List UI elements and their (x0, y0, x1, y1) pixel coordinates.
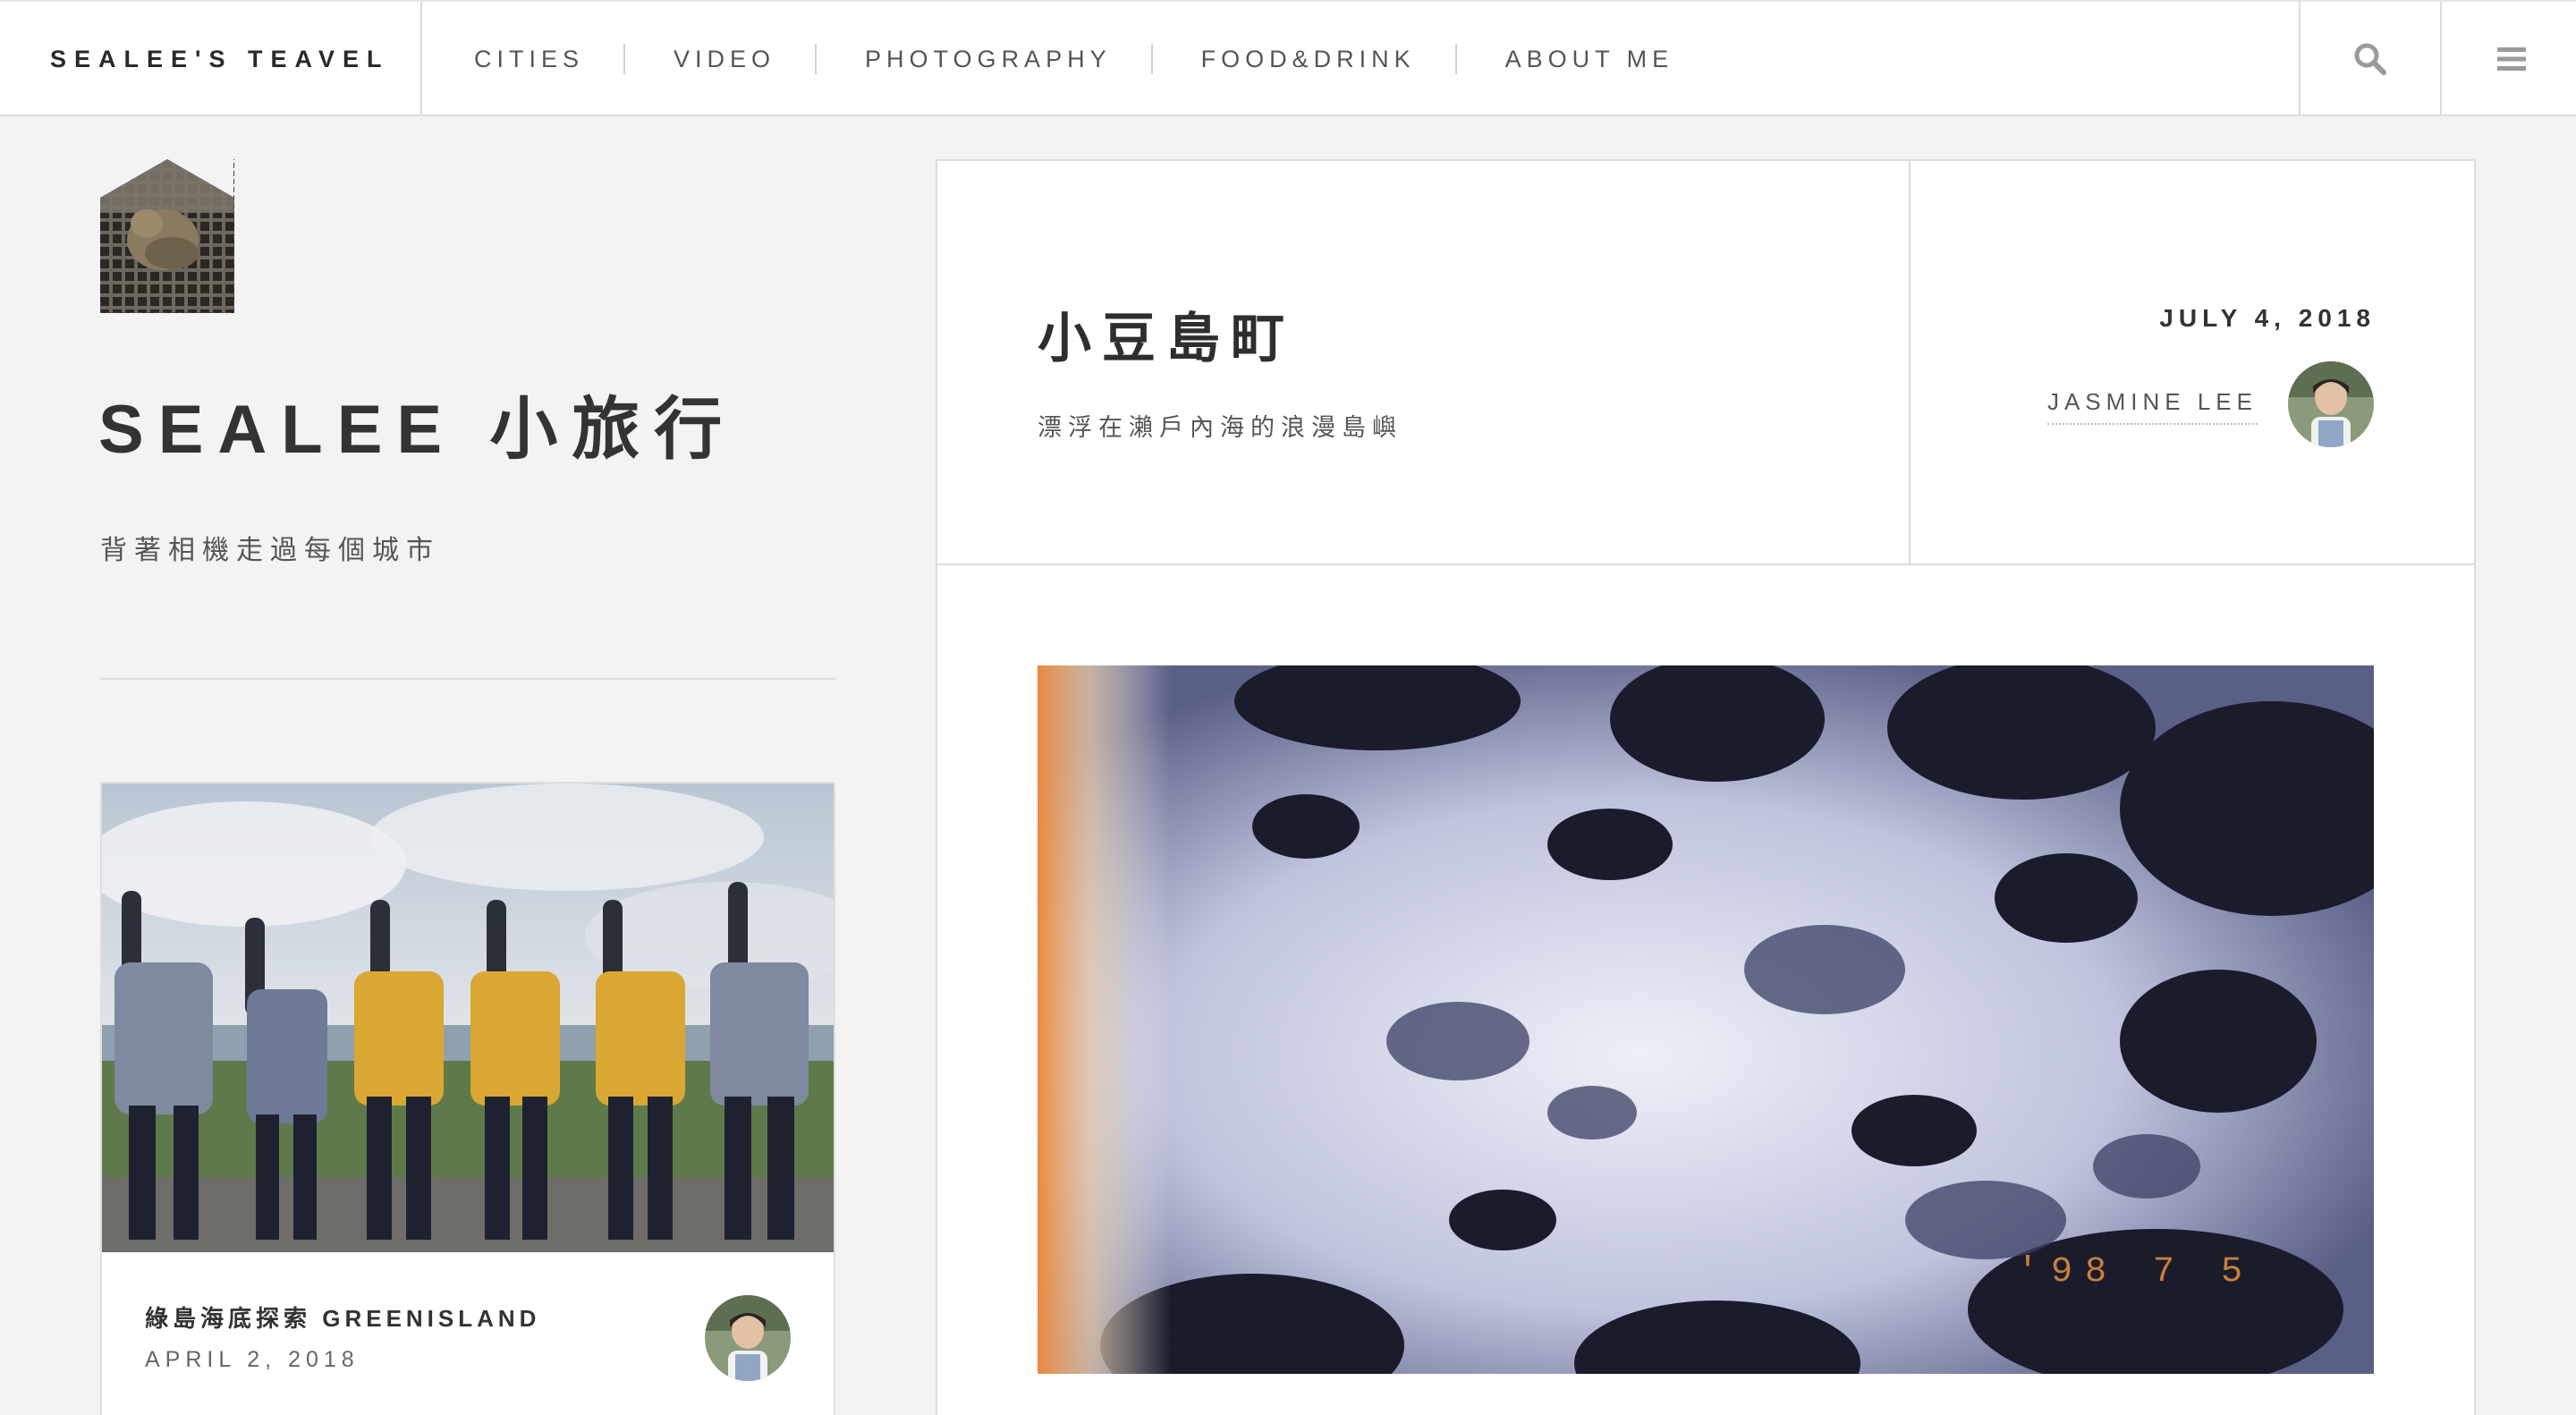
site-title: SEALEE 小旅行 (98, 392, 737, 468)
hamburger-menu-icon (2497, 47, 2526, 71)
post-card-photo[interactable] (102, 784, 834, 1252)
site-tagline: 背著相機走過每個城市 (100, 536, 440, 565)
search-button[interactable] (2299, 2, 2440, 116)
menu-button[interactable] (2440, 2, 2576, 116)
search-icon (2354, 43, 2386, 75)
post-subtitle: 漂浮在瀨戶內海的浪漫島嶼 (1038, 414, 1402, 441)
nav-item-photography[interactable]: PHOTOGRAPHY (815, 44, 1151, 74)
post-date: JULY 4, 2018 (2159, 304, 2376, 332)
header-divider (1909, 161, 1911, 563)
post-card-title[interactable]: 綠島海底探索 GREENISLAND (145, 1301, 540, 1334)
post-author-avatar[interactable] (2288, 361, 2374, 447)
nav-item-cities[interactable]: CITIES (424, 46, 623, 73)
nav-item-video[interactable]: VIDEO (623, 44, 815, 74)
featured-post: 小豆島町 漂浮在瀨戶內海的浪漫島嶼 JULY 4, 2018 JASMINE L… (936, 159, 2476, 1415)
site-logo-avatar[interactable] (99, 159, 235, 314)
nav-item-about-me[interactable]: ABOUT ME (1454, 44, 1714, 74)
top-navbar: SEALEE'S TEAVEL CITIES VIDEO PHOTOGRAPHY… (0, 0, 2576, 116)
post-author-link[interactable]: JASMINE LEE (2046, 388, 2258, 425)
author-avatar[interactable] (705, 1295, 791, 1381)
divider (100, 678, 835, 680)
post-card[interactable]: 綠島海底探索 GREENISLAND APRIL 2, 2018 (100, 782, 835, 1415)
post-card-date: APRIL 2, 2018 (145, 1347, 360, 1372)
post-header: 小豆島町 漂浮在瀨戶內海的浪漫島嶼 JULY 4, 2018 JASMINE L… (937, 161, 2474, 565)
site-brand[interactable]: SEALEE'S TEAVEL (0, 2, 422, 116)
photo-date-stamp: '98 7 5 (2017, 1252, 2255, 1292)
nav-item-food-drink[interactable]: FOOD&DRINK (1150, 44, 1455, 74)
main-nav: CITIES VIDEO PHOTOGRAPHY FOOD&DRINK ABOU… (424, 2, 1713, 116)
post-hero-photo[interactable]: '98 7 5 (1038, 665, 2374, 1374)
post-title[interactable]: 小豆島町 (1038, 295, 1295, 373)
